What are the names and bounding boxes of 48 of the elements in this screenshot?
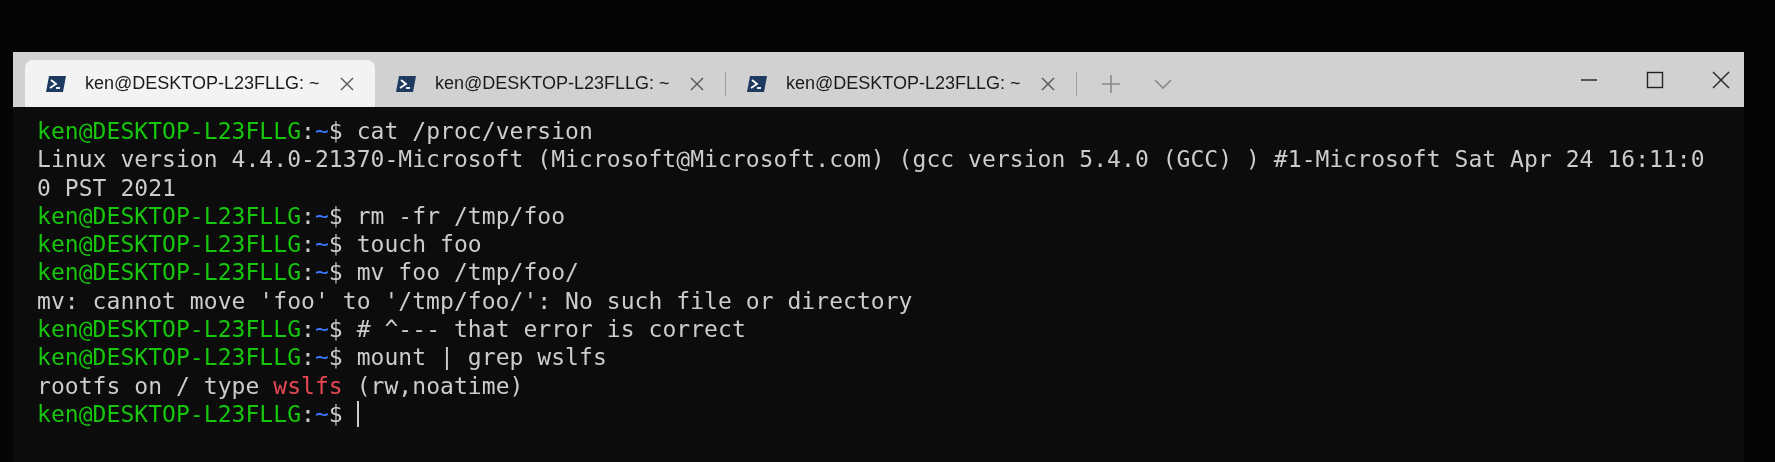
tab[interactable]: ken@DESKTOP-L23FLLG: ~ bbox=[375, 60, 725, 107]
close-icon[interactable] bbox=[339, 75, 355, 92]
terminal-text: : bbox=[301, 201, 315, 231]
terminal-text: ~ bbox=[314, 343, 329, 372]
powershell-icon bbox=[746, 74, 768, 93]
powershell-icon bbox=[395, 74, 417, 93]
terminal-text: ~ bbox=[314, 399, 329, 429]
terminal-text: $ # ^--- that error is correct bbox=[328, 315, 746, 344]
terminal-text: ~ bbox=[314, 315, 329, 344]
terminal-text: ken@DESKTOP-L23FLLG bbox=[37, 315, 302, 344]
terminal-text: ken@DESKTOP-L23FLLG bbox=[37, 201, 302, 231]
tab-title: ken@DESKTOP-L23FLLG: ~ bbox=[435, 72, 671, 95]
terminal-text: ken@DESKTOP-L23FLLG bbox=[37, 399, 302, 429]
terminal-text: $ rm -fr /tmp/foo bbox=[328, 201, 566, 231]
terminal-text: : bbox=[301, 315, 315, 344]
tab[interactable]: ken@DESKTOP-L23FLLG: ~ bbox=[25, 60, 375, 107]
close-icon[interactable] bbox=[1040, 75, 1056, 92]
terminal-text: ken@DESKTOP-L23FLLG bbox=[37, 117, 302, 146]
terminal-text: wslfs bbox=[273, 371, 343, 400]
terminal-text: : bbox=[301, 230, 315, 259]
tab-title: ken@DESKTOP-L23FLLG: ~ bbox=[85, 72, 321, 95]
terminal-text: : bbox=[301, 399, 315, 429]
close-icon[interactable] bbox=[1712, 70, 1730, 89]
close-icon[interactable] bbox=[689, 75, 705, 92]
terminal-text: $ bbox=[328, 399, 344, 429]
maximize-icon[interactable] bbox=[1646, 70, 1664, 89]
terminal-text: ken@DESKTOP-L23FLLG bbox=[37, 343, 302, 372]
terminal-text: $ mv foo /tmp/foo/ bbox=[328, 258, 579, 287]
terminal-text: rootfs on / type bbox=[37, 371, 261, 400]
terminal-text: Linux version 4.4.0-21370-Microsoft (Microsoft@Microsoft.com) (gcc version 5.4.0 (GCC) ) #1-Microsoft Sat Apr 24 16:11:0 bbox=[37, 145, 1705, 174]
terminal-text: ~ bbox=[314, 230, 329, 259]
terminal-text: ken@DESKTOP-L23FLLG bbox=[37, 258, 302, 287]
terminal-text: $ mount | grep wslfs bbox=[328, 343, 607, 372]
terminal-text: $ touch foo bbox=[328, 230, 482, 259]
powershell-icon bbox=[45, 74, 67, 93]
terminal-text: ~ bbox=[314, 117, 329, 146]
terminal-text: : bbox=[301, 117, 315, 146]
terminal-text: mv: cannot move 'foo' to '/tmp/foo/': No such file or directory bbox=[37, 286, 913, 316]
terminal-text: 0 PST 2021 bbox=[37, 173, 176, 202]
tab-title: ken@DESKTOP-L23FLLG: ~ bbox=[786, 72, 1022, 95]
terminal-text: ken@DESKTOP-L23FLLG bbox=[37, 230, 302, 259]
terminal-text: ~ bbox=[314, 258, 329, 287]
terminal-text: ~ bbox=[314, 201, 329, 231]
terminal-text: : bbox=[301, 343, 315, 372]
terminal-text: : bbox=[301, 258, 315, 287]
terminal-text: (rw,noatime) bbox=[355, 371, 524, 400]
terminal-text: $ cat /proc/version bbox=[328, 117, 593, 146]
tab[interactable]: ken@DESKTOP-L23FLLG: ~ bbox=[726, 60, 1076, 107]
